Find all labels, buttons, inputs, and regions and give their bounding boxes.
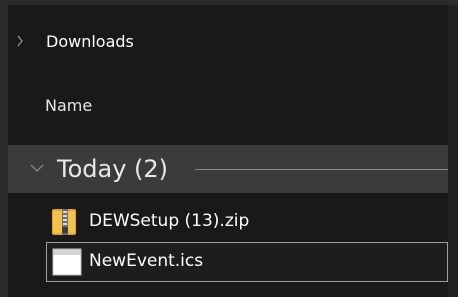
navigation-pane-edge: [0, 5, 8, 297]
file-name: DEWSetup (13).zip: [89, 211, 250, 231]
group-header-today[interactable]: Today (2): [8, 145, 448, 193]
group-divider: [195, 169, 448, 170]
breadcrumb: Downloads: [8, 5, 448, 73]
group-title: Today (2): [57, 155, 169, 183]
column-header-name[interactable]: Name: [45, 96, 92, 115]
scrollbar-track[interactable]: [448, 5, 458, 297]
calendar-file-icon: [52, 248, 82, 276]
chevron-down-icon[interactable]: [30, 163, 44, 173]
chevron-right-icon[interactable]: [17, 35, 23, 47]
list-item-file-selected[interactable]: NewEvent.ics: [46, 242, 448, 282]
file-list: Name Today (2) DEWSetup (13).zip NewEven…: [8, 73, 448, 297]
file-name: NewEvent.ics: [89, 251, 204, 271]
zip-folder-icon: [52, 209, 76, 235]
breadcrumb-item-downloads[interactable]: Downloads: [46, 32, 134, 51]
list-item-file[interactable]: DEWSetup (13).zip: [46, 202, 448, 242]
